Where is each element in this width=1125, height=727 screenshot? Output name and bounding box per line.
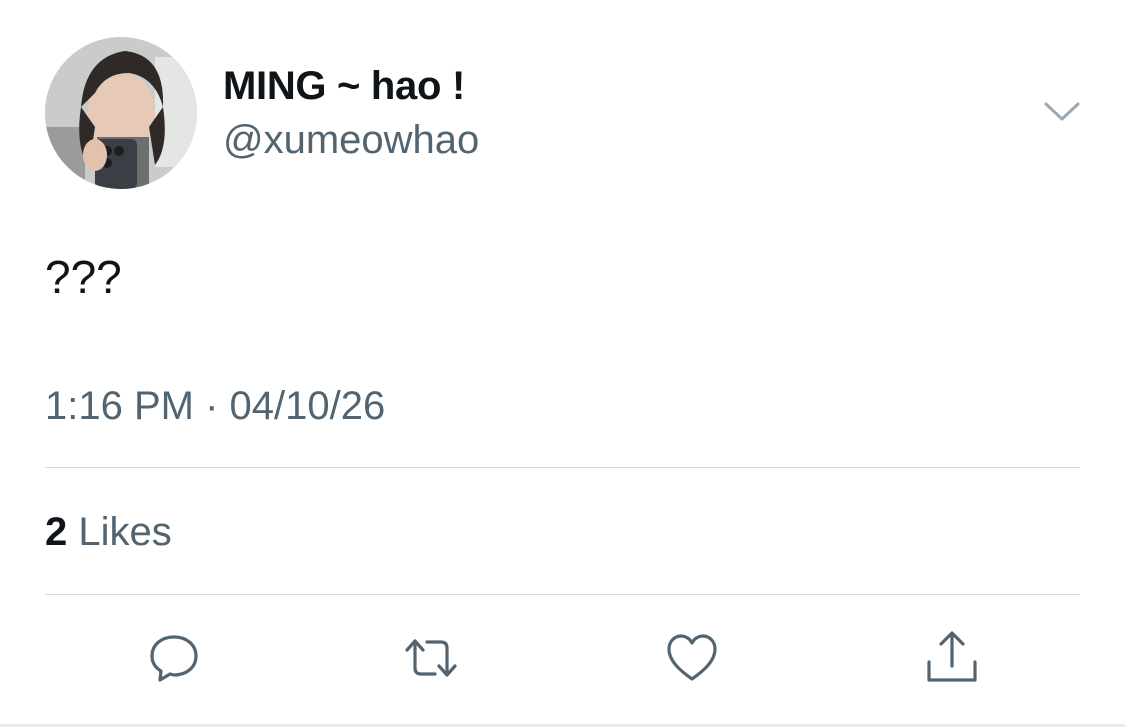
- chevron-down-icon: [1044, 102, 1080, 121]
- like-button[interactable]: [662, 628, 722, 688]
- divider: [45, 467, 1080, 468]
- likes-count: 2: [45, 510, 68, 554]
- retweet-arrows-icon: [405, 639, 457, 677]
- avatar[interactable]: [45, 37, 197, 189]
- display-name[interactable]: MING ~ hao !: [223, 64, 465, 109]
- tweet-text: ???: [45, 251, 122, 303]
- avatar-photo: [45, 37, 197, 189]
- tweet-date: 04/10/26: [229, 384, 386, 428]
- share-button[interactable]: [922, 628, 982, 688]
- reply-button[interactable]: [144, 628, 204, 688]
- tweet-timestamp[interactable]: 1:16 PM · 04/10/26: [45, 384, 385, 429]
- more-options-button[interactable]: [1040, 98, 1084, 126]
- heart-icon: [667, 634, 717, 681]
- meta-separator: ·: [205, 384, 219, 428]
- divider: [45, 594, 1080, 595]
- user-handle[interactable]: @xumeowhao: [223, 118, 479, 163]
- retweet-button[interactable]: [401, 628, 461, 688]
- share-upload-icon: [927, 631, 977, 682]
- likes-stat[interactable]: 2 Likes: [45, 510, 172, 555]
- speech-bubble-icon: [150, 635, 198, 682]
- likes-label: Likes: [78, 510, 172, 554]
- tweet-time: 1:16 PM: [45, 384, 194, 428]
